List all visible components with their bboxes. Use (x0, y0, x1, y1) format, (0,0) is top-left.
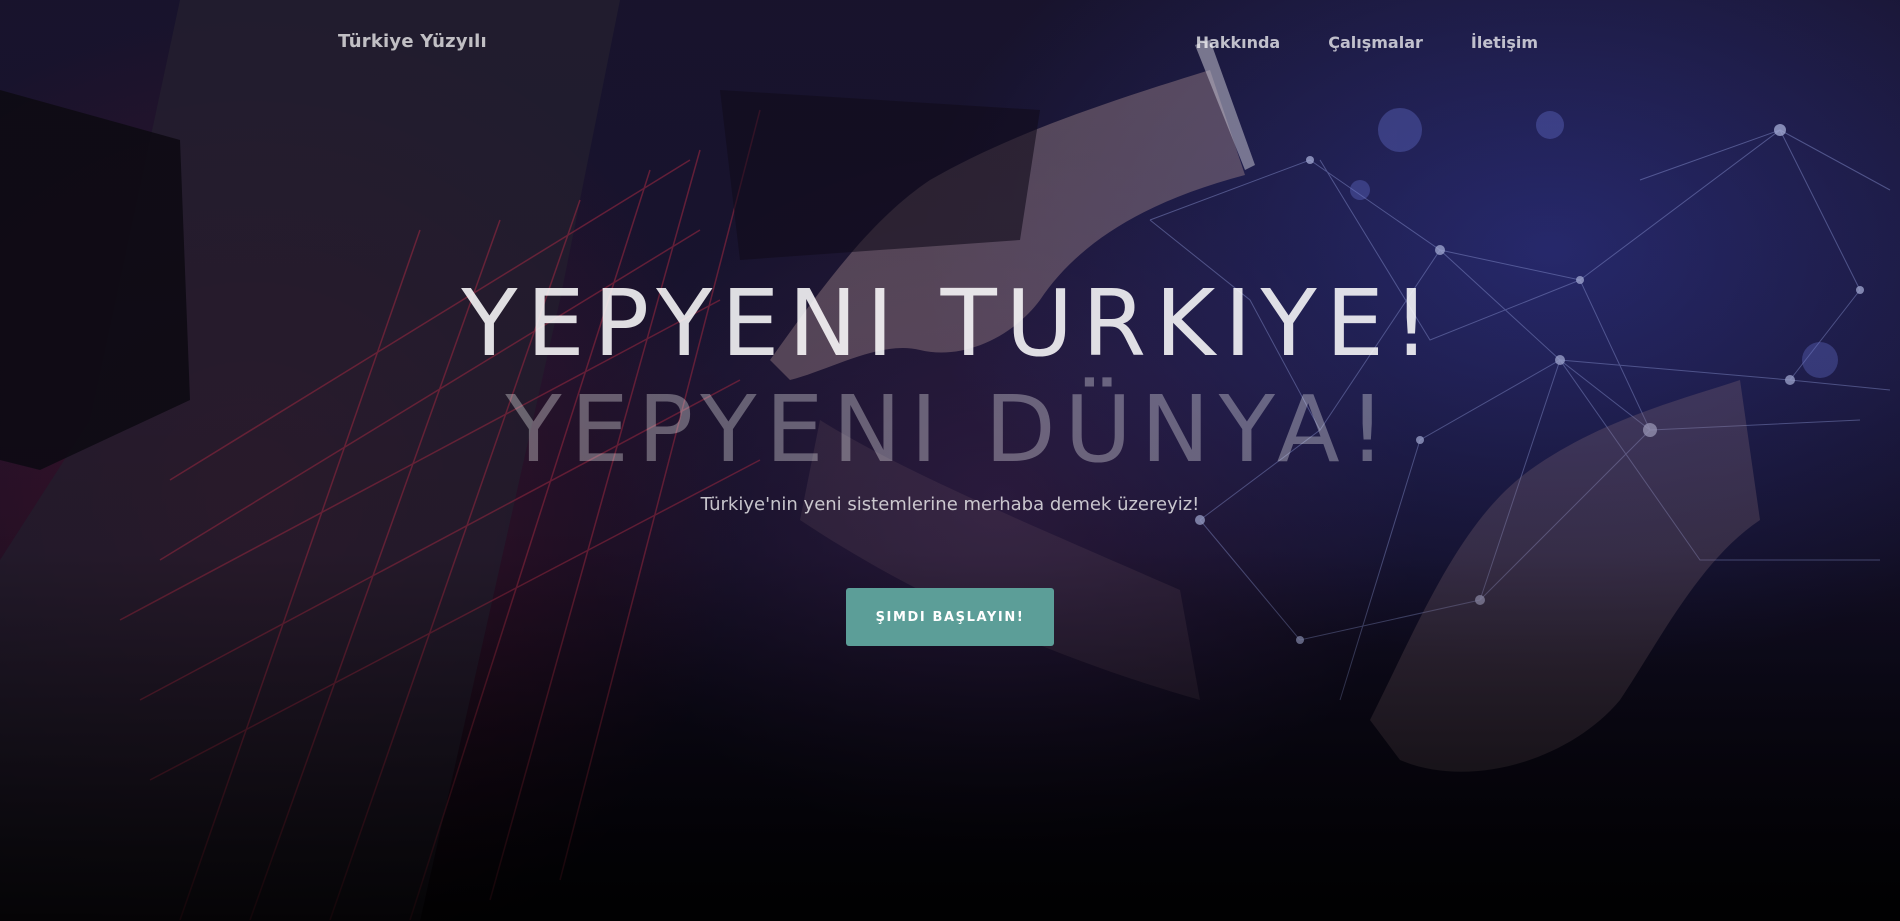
hero-section: Türkiye Yüzyılı Hakkında Çalışmalar İlet… (0, 0, 1900, 921)
brand-logo-link[interactable]: Türkiye Yüzyılı (338, 31, 487, 52)
nav-link-calismalar[interactable]: Çalışmalar (1328, 33, 1423, 52)
hero-headline-secondary: YEPYENI DÜNYA! (505, 376, 1395, 483)
get-started-button[interactable]: ŞIMDI BAŞLAYIN! (846, 588, 1054, 646)
top-navigation: Türkiye Yüzyılı Hakkında Çalışmalar İlet… (0, 0, 1900, 86)
nav-link-iletisim[interactable]: İletişim (1471, 33, 1538, 52)
nav-links: Hakkında Çalışmalar İletişim (1196, 33, 1538, 52)
hero-headline-primary: YEPYENI TURKIYE! (461, 270, 1439, 377)
hero-subtitle: Türkiye'nin yeni sistemlerine merhaba de… (700, 494, 1200, 515)
nav-link-hakkinda[interactable]: Hakkında (1196, 33, 1281, 52)
